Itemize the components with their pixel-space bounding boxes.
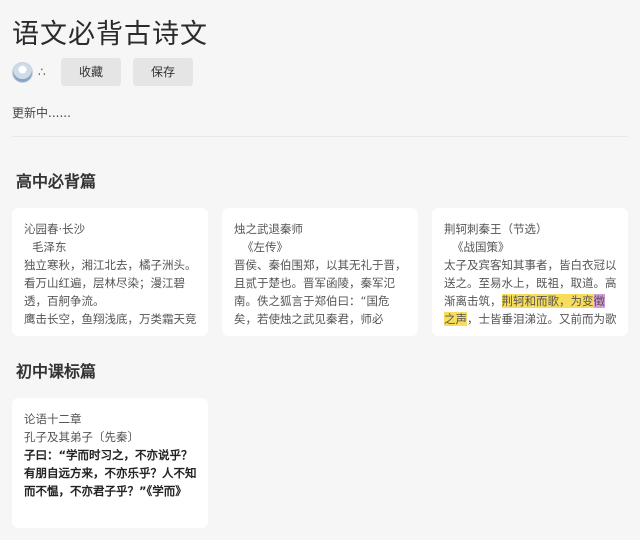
avatar[interactable] [12, 61, 33, 83]
poem-line: 太子及宾客知其事者，皆白衣冠以 [444, 258, 616, 272]
poem-line: 渐离击筑，荆轲和而歌，为变徵 [444, 292, 616, 310]
poem-line: 透，百舸争流。 [24, 294, 105, 308]
poem-line: 晋侯、秦伯围郑，以其无礼于晋， [234, 258, 406, 272]
poem-text: 渐离击筑， [444, 294, 502, 308]
highlight-yellow: 之声 [444, 312, 467, 326]
poem-line: 送之。至易水上，既祖，取道。高 [444, 276, 616, 290]
poem-line: 有朋自远方来，不亦乐乎？人不知 [24, 466, 196, 480]
poem-text: ，士皆垂泪涕泣。又前而为歌 [467, 312, 616, 326]
poem-line: 独立寒秋，湘江北去，橘子洲头。 [24, 258, 196, 272]
poem-line: 且贰于楚也。晋军函陵，秦军氾 [234, 276, 395, 290]
poem-card[interactable]: 沁园春·长沙 毛泽东 独立寒秋，湘江北去，橘子洲头。 看万山红遍，层林尽染；漫江… [12, 208, 208, 336]
divider [12, 136, 628, 137]
collect-button[interactable]: 收藏 [61, 58, 122, 86]
poem-line: 子曰：“学而时习之，不亦说乎？ [24, 448, 193, 462]
update-status: 更新中...... [12, 106, 71, 120]
poem-author: 孔子及其弟子〔先秦〕 [24, 430, 139, 444]
section-title-middle-school: 初中课标篇 [16, 362, 97, 381]
page-title: 语文必背古诗文 [12, 19, 208, 50]
section-title-high-school: 高中必背篇 [16, 172, 97, 191]
poem-author: 《左传》 [242, 240, 288, 254]
poem-line: 看万山红遍，层林尽染；漫江碧 [24, 276, 185, 290]
toolbar: ∴ 收藏 保存 [12, 58, 205, 86]
poem-card[interactable]: 烛之武退秦师 《左传》 晋侯、秦伯围郑，以其无礼于晋， 且贰于楚也。晋军函陵，秦… [222, 208, 418, 336]
save-button[interactable]: 保存 [133, 58, 194, 86]
poem-line: 而不愠，不亦君子乎？”《学而》 [24, 484, 187, 498]
poem-card[interactable]: 荆轲刺秦王（节选） 《战国策》 太子及宾客知其事者，皆白衣冠以 送之。至易水上，… [432, 208, 628, 336]
poem-line: 鹰击长空，鱼翔浅底，万类霜天竞 [24, 312, 196, 326]
poem-title: 烛之武退秦师 [234, 222, 303, 236]
poem-author: 《战国策》 [452, 240, 510, 254]
poem-title: 论语十二章 [24, 412, 82, 426]
poem-title: 荆轲刺秦王（节选） [444, 222, 548, 236]
more-icon[interactable]: ∴ [38, 65, 58, 79]
poem-line: 之声，士皆垂泪涕泣。又前而为歌 [444, 310, 616, 328]
highlight-yellow: 荆轲和而歌，为变 [501, 294, 594, 308]
highlight-purple: 徵 [593, 294, 605, 308]
poem-author: 毛泽东 [32, 240, 67, 254]
poem-line: 矣，若使烛之武见秦君，师必 [234, 312, 384, 326]
poem-title: 沁园春·长沙 [24, 222, 86, 236]
poem-line: 南。佚之狐言于郑伯曰：“国危 [234, 294, 390, 308]
poem-card[interactable]: 论语十二章 孔子及其弟子〔先秦〕 子曰：“学而时习之，不亦说乎？ 有朋自远方来，… [12, 398, 208, 528]
